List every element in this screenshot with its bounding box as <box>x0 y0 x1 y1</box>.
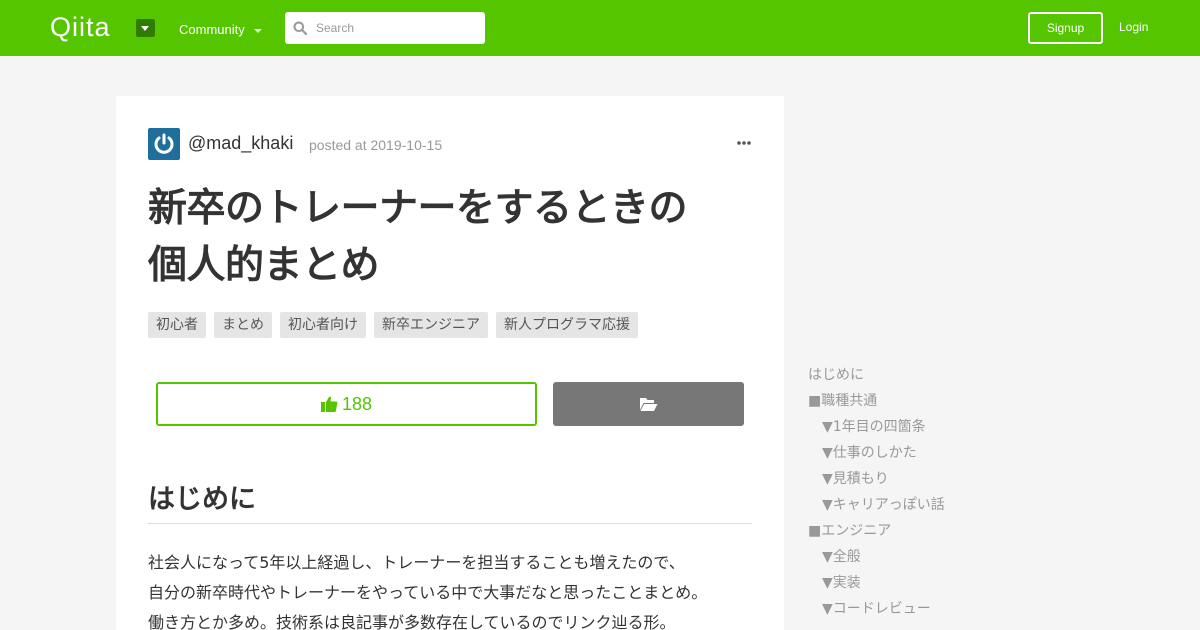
paragraph-line: 社会人になって5年以上経過し、トレーナーを担当することも増えたので、 <box>148 553 685 572</box>
toc-item[interactable]: ▼実装 <box>808 570 945 596</box>
tag[interactable]: 新卒エンジニア <box>374 312 488 338</box>
top-navbar: Qiita Community Signup Login <box>0 0 1200 56</box>
title-line-1: 新卒のトレーナーをするときの <box>148 186 688 231</box>
article-card: @mad_khaki posted at 2019-10-15 新卒のトレーナー… <box>116 96 784 630</box>
tag[interactable]: 新人プログラマ応援 <box>496 312 638 338</box>
tag[interactable]: 初心者向け <box>280 312 366 338</box>
power-icon <box>154 133 174 154</box>
community-label: Community <box>179 22 245 37</box>
toc-item[interactable]: ■職種共通 <box>808 388 945 414</box>
toc-item[interactable]: ▼キャリアっぽい話 <box>808 492 945 518</box>
posted-date: posted at 2019-10-15 <box>309 137 443 153</box>
search-icon <box>293 21 307 35</box>
title-line-2: 個人的まとめ <box>148 243 380 288</box>
toc-item[interactable]: ■エンジニア <box>808 518 945 544</box>
community-menu[interactable]: Community <box>179 22 262 37</box>
table-of-contents: はじめに ■職種共通 ▼1年目の四箇条 ▼仕事のしかた ▼見積もり ▼キャリアっ… <box>808 362 945 622</box>
article-body: 社会人になって5年以上経過し、トレーナーを担当することも増えたので、 自分の新卒… <box>148 548 707 630</box>
stock-button[interactable] <box>553 382 744 426</box>
tag-list: 初心者 まとめ 初心者向け 新卒エンジニア 新人プログラマ応援 <box>148 312 638 338</box>
paragraph-line: 自分の新卒時代やトレーナーをやっている中で大事だなと思ったことまとめ。 <box>148 583 708 602</box>
qiita-logo[interactable]: Qiita <box>50 12 111 43</box>
toc-item[interactable]: ▼見積もり <box>808 466 945 492</box>
author-username[interactable]: @mad_khaki <box>188 133 293 154</box>
toc-item[interactable]: ▼1年目の四箇条 <box>808 414 945 440</box>
search-box[interactable] <box>285 12 485 44</box>
tag[interactable]: まとめ <box>214 312 272 338</box>
section-heading: はじめに <box>148 482 752 524</box>
article-title: 新卒のトレーナーをするときの 個人的まとめ <box>148 180 748 294</box>
thumbs-up-icon <box>320 396 338 412</box>
like-count: 188 <box>341 393 373 414</box>
folder-open-icon <box>640 398 658 411</box>
toc-item[interactable]: ▼コードレビュー <box>808 596 945 622</box>
search-input[interactable] <box>316 12 476 44</box>
paragraph-line: 働き方とか多め。技術系は良記事が多数存在しているのでリンク辿る形。 <box>148 613 676 630</box>
tag[interactable]: 初心者 <box>148 312 206 338</box>
signup-button[interactable]: Signup <box>1028 12 1103 44</box>
logo-dropdown-button[interactable] <box>136 19 155 37</box>
like-button[interactable]: 188 <box>156 382 537 426</box>
more-dots-icon[interactable] <box>736 135 752 151</box>
toc-item[interactable]: ▼仕事のしかた <box>808 440 945 466</box>
avatar[interactable] <box>148 128 180 160</box>
toc-item[interactable]: はじめに <box>808 362 945 388</box>
toc-item[interactable]: ▼全般 <box>808 544 945 570</box>
caret-down-icon <box>253 28 262 33</box>
login-link[interactable]: Login <box>1119 20 1148 34</box>
